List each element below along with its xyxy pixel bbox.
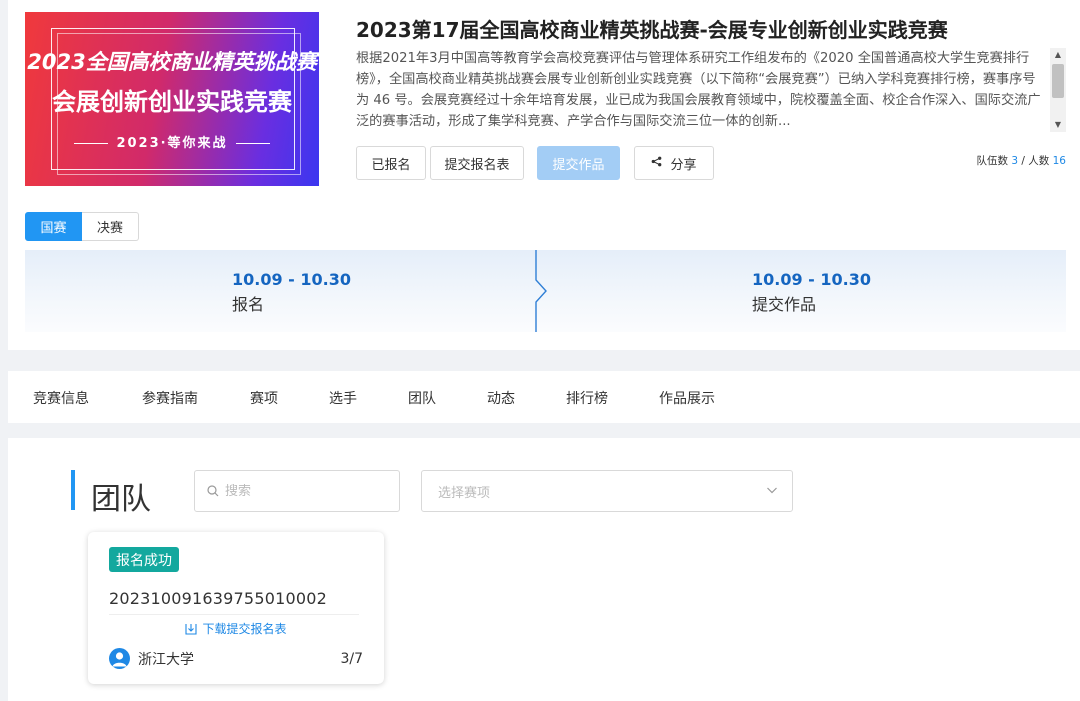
scroll-down-icon[interactable]: ▼ xyxy=(1050,118,1066,132)
nav-item-players[interactable]: 选手 xyxy=(329,388,357,408)
share-label: 分享 xyxy=(670,157,697,173)
banner-line-3: 2023·等你来战 xyxy=(25,132,319,151)
timeline-chevron-icon xyxy=(535,250,547,332)
search-icon xyxy=(207,485,219,497)
stage-tabs: 国赛 决赛 xyxy=(25,212,139,241)
team-id: 202310091639755010002 xyxy=(109,589,327,608)
people-label: 人数 xyxy=(1028,155,1050,167)
section-title: 团队 xyxy=(91,482,151,517)
card-divider xyxy=(109,614,359,615)
nav-item-guide[interactable]: 参赛指南 xyxy=(142,388,198,408)
section-accent-bar xyxy=(71,470,75,510)
teams-label: 队伍数 xyxy=(976,155,1009,167)
step-date: 10.09 - 10.30 xyxy=(752,270,871,289)
timeline-step-registration: 10.09 - 10.30 报名 xyxy=(232,270,351,315)
nav-item-teams[interactable]: 团队 xyxy=(408,388,436,408)
schedule-timeline: 10.09 - 10.30 报名 10.09 - 10.30 提交作品 xyxy=(25,250,1066,332)
nav-item-works[interactable]: 作品展示 xyxy=(659,388,715,408)
submit-work-button[interactable]: 提交作品 xyxy=(537,146,620,180)
scroll-up-icon[interactable]: ▲ xyxy=(1050,48,1066,62)
nav-item-events[interactable]: 赛项 xyxy=(250,388,278,408)
event-select[interactable]: 选择赛项 xyxy=(421,470,793,512)
share-icon xyxy=(651,156,662,170)
school-name: 浙江大学 xyxy=(138,651,194,668)
nav-item-ranking[interactable]: 排行榜 xyxy=(566,388,608,408)
team-school: 浙江大学 xyxy=(109,648,194,669)
banner-line-2: 会展创新创业实践竞赛 xyxy=(52,88,292,116)
competition-stats: 队伍数 3 / 人数 16 xyxy=(977,153,1066,168)
step-label: 报名 xyxy=(232,295,265,314)
team-section: 团队 选择赛项 报名成功 202310091639755010002 下载提交报… xyxy=(8,438,1080,701)
section-nav: 竞赛信息 参赛指南 赛项 选手 团队 动态 排行榜 作品展示 xyxy=(8,371,1080,423)
member-count: 3/7 xyxy=(340,651,363,667)
select-placeholder: 选择赛项 xyxy=(438,485,491,501)
scrollbar-thumb[interactable] xyxy=(1052,64,1064,98)
user-avatar-icon xyxy=(109,648,130,669)
submit-form-button[interactable]: 提交报名表 xyxy=(430,146,524,180)
chevron-down-icon xyxy=(767,487,777,494)
nav-item-news[interactable]: 动态 xyxy=(487,388,515,408)
download-icon xyxy=(185,623,198,635)
download-form-link[interactable]: 下载提交报名表 xyxy=(88,620,384,637)
competition-title: 2023第17届全国高校商业精英挑战赛-会展专业创新创业实践竞赛 xyxy=(356,18,948,42)
nav-item-info[interactable]: 竞赛信息 xyxy=(33,388,89,408)
timeline-step-submission: 10.09 - 10.30 提交作品 xyxy=(752,270,871,315)
download-label: 下载提交报名表 xyxy=(202,622,287,636)
tab-final[interactable]: 决赛 xyxy=(82,212,139,241)
people-count: 16 xyxy=(1052,155,1066,167)
banner-slogan: 2023·等你来战 xyxy=(116,136,228,151)
teams-count: 3 xyxy=(1011,155,1019,167)
team-search[interactable] xyxy=(194,470,400,512)
competition-description: 根据2021年3月中国高等教育学会高校竞赛评估与管理体系研究工作组发布的《202… xyxy=(356,51,1041,129)
share-button[interactable]: 分享 xyxy=(634,146,714,180)
registered-button[interactable]: 已报名 xyxy=(356,146,426,180)
description-scrollbar[interactable]: ▲ ▼ xyxy=(1050,48,1066,132)
tab-national[interactable]: 国赛 xyxy=(25,212,82,241)
competition-header-card: 2023全国高校商业精英挑战赛 会展创新创业实践竞赛 2023·等你来战 202… xyxy=(8,0,1080,350)
stats-separator: / xyxy=(1021,155,1025,167)
description-box: 根据2021年3月中国高等教育学会高校竞赛评估与管理体系研究工作组发布的《202… xyxy=(356,48,1066,132)
status-badge: 报名成功 xyxy=(109,547,179,572)
step-date: 10.09 - 10.30 xyxy=(232,270,351,289)
banner-line-1: 2023全国高校商业精英挑战赛 xyxy=(27,50,317,74)
step-label: 提交作品 xyxy=(752,295,817,314)
competition-banner: 2023全国高校商业精英挑战赛 会展创新创业实践竞赛 2023·等你来战 xyxy=(25,12,319,186)
search-input[interactable] xyxy=(225,483,375,499)
team-card[interactable]: 报名成功 202310091639755010002 下载提交报名表 浙江大学 … xyxy=(88,532,384,684)
